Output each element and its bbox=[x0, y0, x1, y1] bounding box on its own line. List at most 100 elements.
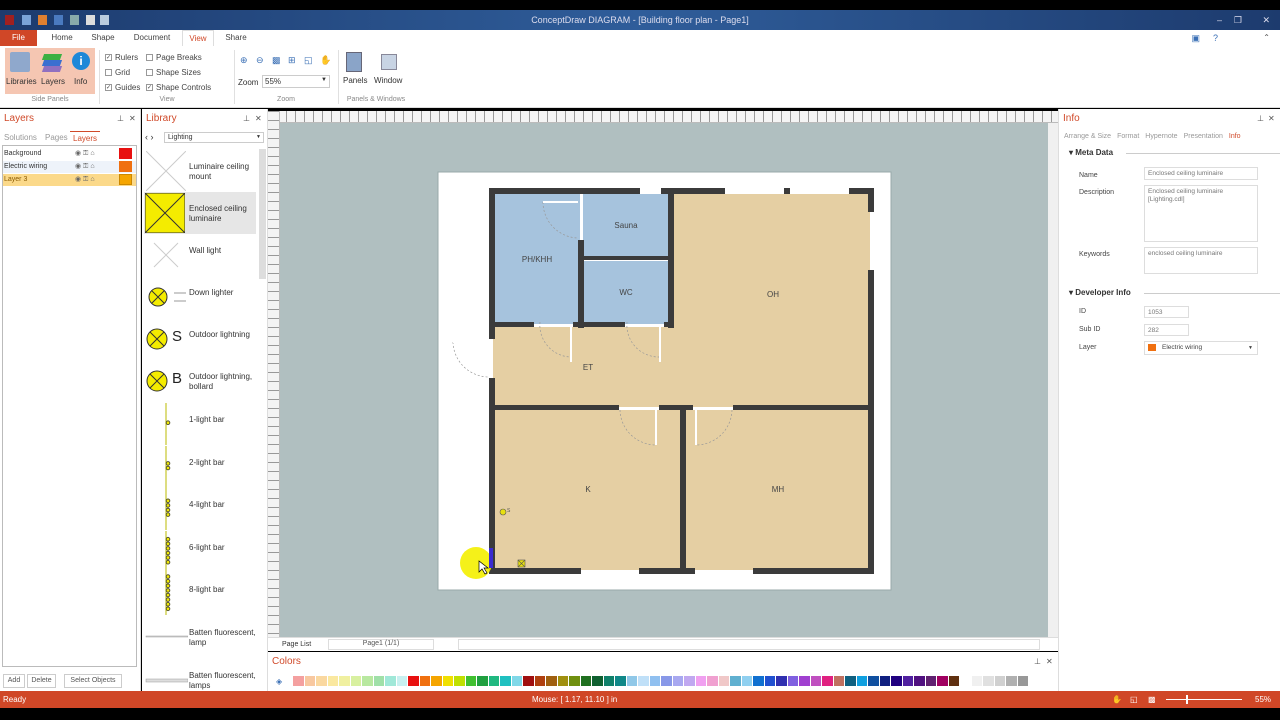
room-et[interactable] bbox=[493, 327, 870, 407]
close-icon[interactable]: ✕ bbox=[1046, 657, 1053, 666]
page-select[interactable]: Page1 (1/1) bbox=[328, 639, 434, 650]
color-swatch[interactable] bbox=[603, 676, 614, 686]
color-swatch[interactable] bbox=[569, 676, 580, 686]
layer-select[interactable]: Electric wiring ▼ bbox=[1144, 341, 1258, 355]
color-swatch[interactable] bbox=[925, 676, 936, 686]
color-swatch[interactable] bbox=[500, 676, 511, 686]
info-panel-title: Info bbox=[1063, 113, 1080, 124]
color-swatch[interactable] bbox=[661, 676, 672, 686]
color-swatch[interactable] bbox=[557, 676, 568, 686]
zoom-slider[interactable] bbox=[1166, 699, 1242, 700]
color-swatch[interactable] bbox=[879, 676, 890, 686]
color-swatch[interactable] bbox=[810, 676, 821, 686]
description-label: Description bbox=[1079, 189, 1115, 196]
wall bbox=[753, 568, 874, 574]
color-swatch[interactable] bbox=[1006, 676, 1017, 686]
color-swatch[interactable] bbox=[454, 676, 465, 686]
tab-hypernote[interactable]: Hypernote bbox=[1145, 133, 1177, 140]
color-swatch[interactable] bbox=[362, 676, 373, 686]
tab-presentation[interactable]: Presentation bbox=[1184, 133, 1223, 140]
color-swatch[interactable] bbox=[327, 676, 338, 686]
color-swatch[interactable] bbox=[534, 676, 545, 686]
color-swatch[interactable] bbox=[339, 676, 350, 686]
tab-arrange-size[interactable]: Arrange & Size bbox=[1064, 133, 1111, 140]
keywords-field[interactable]: enclosed ceiling luminaire bbox=[1144, 247, 1258, 274]
color-swatch[interactable] bbox=[293, 676, 304, 686]
subid-label: Sub ID bbox=[1079, 326, 1101, 333]
color-swatch[interactable] bbox=[822, 676, 833, 686]
status-bar: Ready Mouse: [ 1.17, 11.10 ] in ✋ ◱ ▩ 55… bbox=[0, 691, 1280, 708]
name-field[interactable]: Enclosed ceiling luminaire bbox=[1144, 167, 1258, 180]
color-swatch[interactable] bbox=[638, 676, 649, 686]
zoom-window-icon[interactable]: ◱ bbox=[1130, 691, 1138, 708]
page-list-label[interactable]: Page List bbox=[282, 641, 311, 648]
tab-format[interactable]: Format bbox=[1117, 133, 1139, 140]
id-field: 1053 bbox=[1144, 306, 1189, 318]
color-swatch[interactable] bbox=[695, 676, 706, 686]
color-swatch[interactable] bbox=[408, 676, 419, 686]
pin-icon[interactable]: ⊥ bbox=[1034, 657, 1041, 666]
color-swatch[interactable] bbox=[741, 676, 752, 686]
hand-icon[interactable]: ✋ bbox=[1112, 691, 1122, 708]
color-swatch[interactable] bbox=[649, 676, 660, 686]
color-swatch[interactable] bbox=[684, 676, 695, 686]
color-swatch[interactable] bbox=[753, 676, 764, 686]
color-swatch[interactable] bbox=[833, 676, 844, 686]
color-swatch[interactable] bbox=[419, 676, 430, 686]
color-swatch[interactable] bbox=[994, 676, 1005, 686]
color-swatch[interactable] bbox=[385, 676, 396, 686]
color-swatch[interactable] bbox=[799, 676, 810, 686]
color-swatch[interactable] bbox=[971, 676, 982, 686]
description-field[interactable]: Enclosed ceiling luminaire [Lighting.cdl… bbox=[1144, 185, 1258, 242]
color-swatch[interactable] bbox=[431, 676, 442, 686]
meta-data-section[interactable]: ▾ Meta Data bbox=[1069, 148, 1113, 157]
color-swatch[interactable] bbox=[546, 676, 557, 686]
color-swatch[interactable] bbox=[856, 676, 867, 686]
color-swatch[interactable] bbox=[845, 676, 856, 686]
wall bbox=[489, 188, 640, 194]
pin-icon[interactable]: ⊥ bbox=[1257, 114, 1264, 123]
color-swatch[interactable] bbox=[373, 676, 384, 686]
color-swatch[interactable] bbox=[902, 676, 913, 686]
color-swatch[interactable] bbox=[477, 676, 488, 686]
tab-info[interactable]: Info bbox=[1229, 133, 1241, 140]
zoom-slider-thumb[interactable] bbox=[1186, 695, 1188, 704]
enclosed-ceiling-luminaire[interactable] bbox=[517, 559, 526, 568]
color-swatch[interactable] bbox=[396, 676, 407, 686]
color-swatch[interactable] bbox=[1017, 676, 1028, 686]
fill-bucket-icon[interactable]: ◈ bbox=[276, 677, 282, 686]
color-swatch[interactable] bbox=[937, 676, 948, 686]
color-swatch[interactable] bbox=[316, 676, 327, 686]
color-swatch[interactable] bbox=[960, 676, 971, 686]
color-swatch[interactable] bbox=[891, 676, 902, 686]
color-swatch[interactable] bbox=[948, 676, 959, 686]
color-swatch[interactable] bbox=[730, 676, 741, 686]
color-swatch[interactable] bbox=[914, 676, 925, 686]
color-swatch[interactable] bbox=[304, 676, 315, 686]
fit-icon[interactable]: ▩ bbox=[1148, 691, 1156, 708]
color-swatch[interactable] bbox=[350, 676, 361, 686]
color-swatch[interactable] bbox=[868, 676, 879, 686]
color-swatch[interactable] bbox=[672, 676, 683, 686]
color-swatch[interactable] bbox=[718, 676, 729, 686]
color-swatch[interactable] bbox=[707, 676, 718, 686]
color-swatch[interactable] bbox=[776, 676, 787, 686]
wall bbox=[578, 240, 584, 328]
color-swatch[interactable] bbox=[580, 676, 591, 686]
horizontal-scrollbar[interactable] bbox=[458, 639, 1040, 650]
color-swatch[interactable] bbox=[592, 676, 603, 686]
color-swatch[interactable] bbox=[615, 676, 626, 686]
color-swatch[interactable] bbox=[523, 676, 534, 686]
color-swatch[interactable] bbox=[488, 676, 499, 686]
color-swatch[interactable] bbox=[511, 676, 522, 686]
color-swatch[interactable] bbox=[764, 676, 775, 686]
color-swatch[interactable] bbox=[983, 676, 994, 686]
developer-info-section[interactable]: ▾ Developer Info bbox=[1069, 288, 1131, 297]
color-swatch[interactable] bbox=[626, 676, 637, 686]
color-swatch[interactable] bbox=[787, 676, 798, 686]
close-icon[interactable]: ✕ bbox=[1268, 114, 1275, 123]
color-swatch[interactable] bbox=[465, 676, 476, 686]
selected-wall-segment[interactable] bbox=[489, 548, 493, 568]
color-swatch[interactable] bbox=[442, 676, 453, 686]
layer-color-swatch bbox=[1148, 344, 1156, 351]
